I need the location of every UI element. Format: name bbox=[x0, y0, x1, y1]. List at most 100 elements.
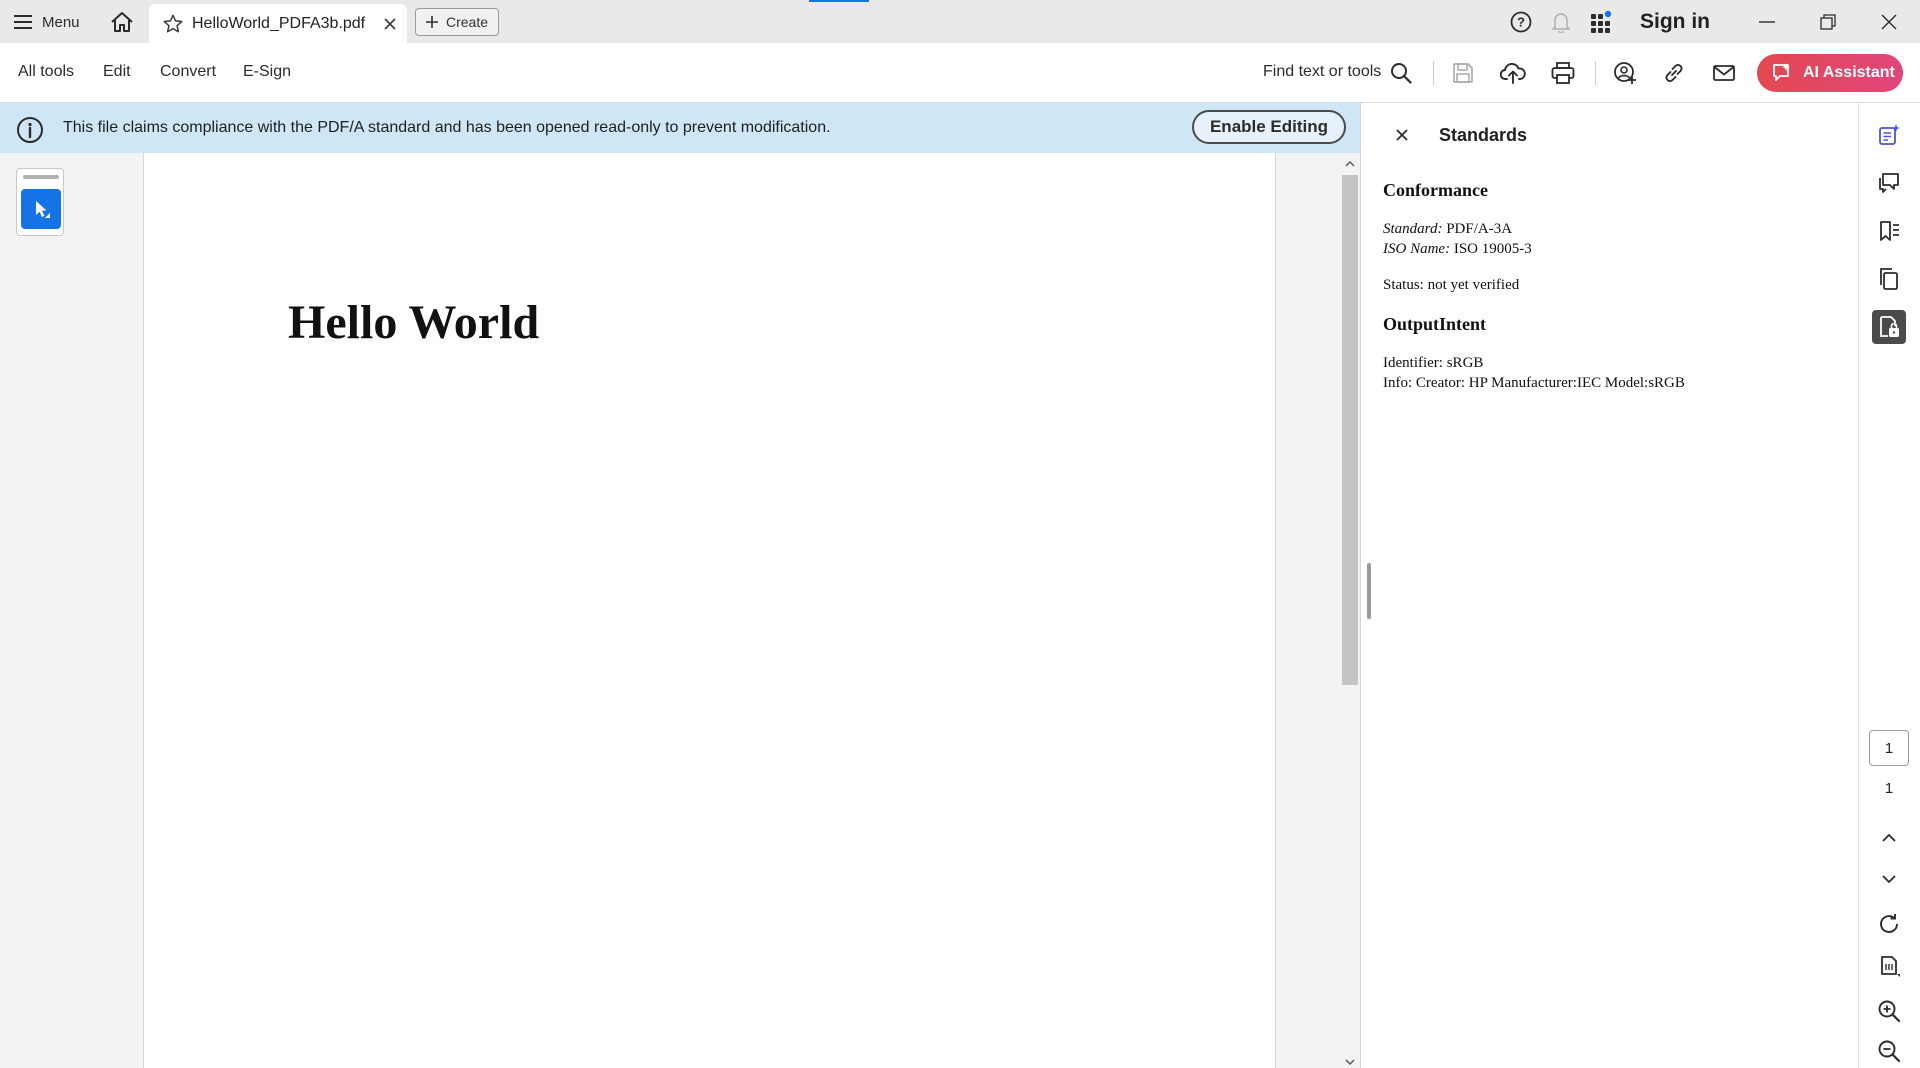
rotate-view-button[interactable] bbox=[1872, 907, 1906, 941]
ai-assistant-button[interactable]: AI Assistant bbox=[1757, 54, 1903, 92]
info-icon bbox=[16, 116, 44, 144]
star-icon[interactable] bbox=[162, 13, 184, 35]
title-bar: Menu HelloWorld_PDFA3b.pdf Create ? Sign… bbox=[0, 0, 1920, 43]
enable-editing-button[interactable]: Enable Editing bbox=[1192, 110, 1346, 144]
ai-assistant-icon bbox=[1771, 62, 1793, 84]
sign-in-link[interactable]: Sign in bbox=[1640, 10, 1710, 34]
notifications-button[interactable] bbox=[1549, 10, 1573, 34]
save-button[interactable] bbox=[1449, 59, 1477, 87]
create-button[interactable]: Create bbox=[415, 8, 499, 36]
select-tool-button[interactable] bbox=[21, 189, 61, 229]
output-info: Info: Creator: HP Manufacturer:IEC Model… bbox=[1383, 375, 1685, 391]
standards-panel: Standards Conformance Standard: PDF/A-3A… bbox=[1361, 103, 1859, 1068]
main-toolbar: All tools Edit Convert E-Sign Find text … bbox=[0, 43, 1920, 103]
left-tool-rail bbox=[0, 153, 143, 1068]
search-button[interactable] bbox=[1387, 59, 1415, 87]
close-window-button[interactable] bbox=[1874, 8, 1904, 36]
standard-row: Standard: PDF/A-3A bbox=[1383, 219, 1685, 239]
chevron-up-icon bbox=[1881, 833, 1897, 843]
iso-label: ISO Name: bbox=[1383, 241, 1451, 257]
print-button[interactable] bbox=[1549, 59, 1577, 87]
previous-page-button[interactable] bbox=[1872, 821, 1906, 855]
panel-resize-handle[interactable] bbox=[1367, 563, 1371, 619]
apps-button[interactable] bbox=[1589, 10, 1613, 34]
help-icon: ? bbox=[1510, 11, 1532, 33]
fit-page-icon bbox=[1877, 955, 1901, 979]
save-icon bbox=[1452, 62, 1474, 84]
scroll-up-arrow[interactable] bbox=[1344, 158, 1356, 170]
bell-icon bbox=[1551, 11, 1571, 33]
zoom-out-button[interactable] bbox=[1872, 1034, 1906, 1068]
comments-button[interactable] bbox=[1872, 166, 1906, 200]
total-pages: 1 bbox=[1884, 780, 1894, 797]
loading-indicator bbox=[809, 0, 869, 2]
menu-convert[interactable]: Convert bbox=[160, 63, 216, 81]
menu-all-tools[interactable]: All tools bbox=[18, 63, 74, 81]
toolbar-separator bbox=[1595, 61, 1596, 85]
drag-handle[interactable] bbox=[23, 175, 59, 179]
link-icon bbox=[1662, 61, 1686, 85]
cloud-upload-icon bbox=[1500, 62, 1526, 84]
zoom-out-icon bbox=[1877, 1039, 1901, 1063]
current-page-input[interactable]: 1 bbox=[1869, 730, 1909, 766]
close-tab-icon[interactable] bbox=[381, 15, 399, 33]
add-person-icon bbox=[1613, 61, 1637, 85]
print-icon bbox=[1551, 62, 1575, 84]
copy-link-button[interactable] bbox=[1660, 59, 1688, 87]
output-intent-heading: OutputIntent bbox=[1383, 314, 1487, 334]
document-page[interactable]: Hello World bbox=[143, 153, 1276, 1068]
document-heading: Hello World bbox=[288, 296, 540, 349]
document-tab[interactable]: HelloWorld_PDFA3b.pdf bbox=[149, 4, 407, 43]
menu-button[interactable]: Menu bbox=[14, 8, 80, 36]
next-page-button[interactable] bbox=[1872, 862, 1906, 896]
document-background bbox=[1276, 153, 1340, 1068]
minimize-icon bbox=[1759, 21, 1775, 23]
bookmarks-button[interactable] bbox=[1872, 214, 1906, 248]
help-button[interactable]: ? bbox=[1509, 10, 1533, 34]
standard-label: Standard: bbox=[1383, 221, 1443, 237]
menu-edit[interactable]: Edit bbox=[103, 63, 131, 81]
hamburger-icon bbox=[14, 15, 32, 29]
find-text-or-tools[interactable]: Find text or tools bbox=[1263, 63, 1381, 81]
minimize-button[interactable] bbox=[1752, 8, 1782, 36]
iso-value: ISO 19005-3 bbox=[1453, 241, 1532, 257]
svg-text:?: ? bbox=[1517, 15, 1525, 30]
close-panel-button[interactable] bbox=[1393, 126, 1411, 144]
panel-title: Standards bbox=[1439, 125, 1528, 145]
generative-summary-button[interactable] bbox=[1872, 118, 1906, 152]
upload-to-cloud-button[interactable] bbox=[1499, 59, 1527, 87]
zoom-in-button[interactable] bbox=[1872, 994, 1906, 1028]
restore-button[interactable] bbox=[1813, 8, 1843, 36]
chevron-down-icon bbox=[1881, 874, 1897, 884]
pdfa-notification-banner: This file claims compliance with the PDF… bbox=[0, 103, 1360, 153]
page-thumbnails-button[interactable] bbox=[1872, 262, 1906, 296]
vertical-scrollbar[interactable] bbox=[1340, 153, 1360, 1068]
share-with-people-button[interactable] bbox=[1611, 59, 1639, 87]
standards-document-icon bbox=[1877, 315, 1901, 339]
standard-value: PDF/A-3A bbox=[1446, 221, 1513, 237]
home-button[interactable] bbox=[108, 9, 136, 35]
plus-icon bbox=[426, 16, 438, 28]
comment-icon bbox=[1877, 171, 1901, 195]
zoom-in-icon bbox=[1877, 999, 1901, 1023]
menu-label: Menu bbox=[42, 13, 80, 31]
output-identifier: Identifier: sRGB bbox=[1383, 355, 1484, 371]
create-label: Create bbox=[446, 14, 489, 30]
close-icon bbox=[1396, 129, 1408, 141]
toolbar-separator bbox=[1433, 61, 1434, 85]
fit-page-button[interactable] bbox=[1872, 950, 1906, 984]
standards-content: Conformance Standard: PDF/A-3A ISO Name:… bbox=[1383, 179, 1685, 393]
verification-status: Status: not yet verified bbox=[1383, 277, 1520, 293]
tab-title: HelloWorld_PDFA3b.pdf bbox=[192, 15, 366, 32]
menu-e-sign[interactable]: E-Sign bbox=[243, 63, 291, 81]
ai-document-icon bbox=[1877, 123, 1901, 147]
scrollbar-thumb[interactable] bbox=[1342, 175, 1358, 685]
quick-tools-panel bbox=[16, 168, 64, 236]
close-icon bbox=[1881, 14, 1897, 30]
scroll-down-arrow[interactable] bbox=[1344, 1056, 1356, 1068]
envelope-icon bbox=[1712, 63, 1736, 83]
standards-button[interactable] bbox=[1872, 310, 1906, 344]
cursor-arrow-icon bbox=[28, 196, 54, 222]
email-button[interactable] bbox=[1710, 59, 1738, 87]
apps-grid-icon bbox=[1589, 10, 1613, 34]
